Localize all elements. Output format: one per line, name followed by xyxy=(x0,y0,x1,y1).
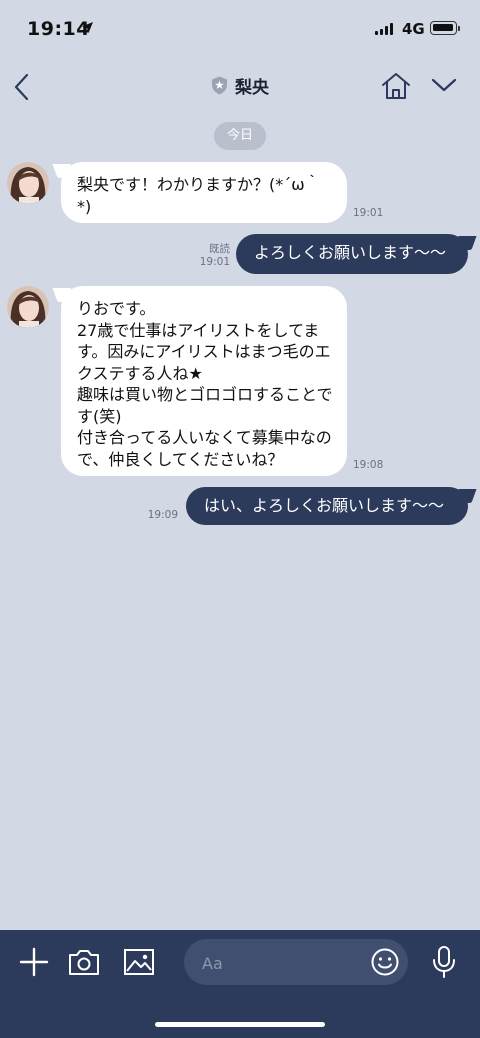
network-type: 4G xyxy=(402,20,425,38)
microphone-icon[interactable] xyxy=(430,944,458,980)
image-icon[interactable] xyxy=(122,946,156,978)
chat-title: 梨央 xyxy=(235,78,269,98)
message-bubble-incoming[interactable]: 梨央です！わかりますか？(*´ω｀*) xyxy=(61,162,347,223)
message-bubble-outgoing[interactable]: よろしくお願いします〜〜 xyxy=(236,234,468,274)
message-bubble-outgoing[interactable]: はい、よろしくお願いします〜〜 xyxy=(186,487,468,525)
avatar[interactable] xyxy=(7,286,49,328)
message-time: 19:08 xyxy=(353,459,384,471)
plus-icon[interactable] xyxy=(18,946,50,978)
shield-star-icon xyxy=(212,76,227,95)
avatar[interactable] xyxy=(7,162,49,204)
camera-icon[interactable] xyxy=(67,946,101,978)
home-indicator xyxy=(155,1022,325,1027)
chevron-down-icon[interactable] xyxy=(430,74,458,96)
home-icon[interactable] xyxy=(380,71,412,101)
message-input-pill[interactable] xyxy=(184,939,408,987)
message-toolbar xyxy=(0,930,480,1038)
emoji-icon[interactable] xyxy=(370,947,400,977)
date-separator: 今日 xyxy=(214,122,266,150)
message-bubble-incoming[interactable]: りおです。 27歳で仕事はアイリストをしてます。因みにアイリストはまつ毛のエクス… xyxy=(61,286,347,476)
location-arrow-icon xyxy=(82,22,93,33)
message-time: 19:01 xyxy=(199,256,230,268)
signal-icon xyxy=(375,23,393,35)
status-bar: 19:14 4G xyxy=(0,0,480,58)
battery-icon xyxy=(430,21,460,35)
message-time: 19:01 xyxy=(353,207,384,219)
message-input[interactable] xyxy=(200,939,354,987)
message-time: 19:09 xyxy=(147,509,178,521)
chat-header: 梨央 xyxy=(0,58,480,116)
read-receipt: 既読 xyxy=(209,243,230,255)
